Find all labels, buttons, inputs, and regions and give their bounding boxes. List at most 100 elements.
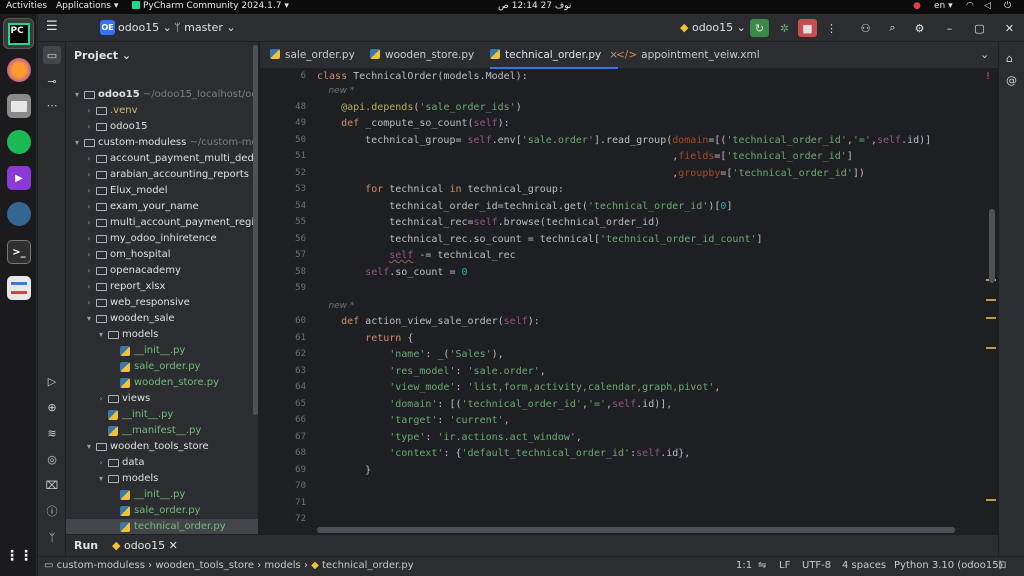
search-icon[interactable]: ⌕ [883,19,902,37]
tree-row[interactable]: › account_payment_multi_deduction [66,151,258,167]
media-player-icon[interactable]: ▶ [7,166,31,190]
editor-vertical-scrollbar[interactable] [989,209,995,283]
language-indicator[interactable]: en ▾ [934,1,953,11]
tree-toggle-icon[interactable]: › [84,119,94,135]
settings-gear-icon[interactable]: ⚙ [910,19,929,37]
tree-row[interactable]: › arabian_accounting_reports [66,167,258,183]
editor-horizontal-scrollbar[interactable] [317,527,955,533]
tree-row[interactable]: sale_order.py [66,503,258,519]
code-line[interactable]: self -= technical_rec [317,248,515,264]
add-user-icon[interactable]: ⚇ [856,19,875,37]
tree-toggle-icon[interactable]: › [84,231,94,247]
code-line[interactable]: 'type': 'ir.actions.act_window', [317,430,582,446]
files-icon[interactable] [7,94,31,118]
tree-toggle-icon[interactable]: › [84,167,94,183]
tree-row[interactable]: ▾ models [66,471,258,487]
tree-row[interactable]: › my_odoo_inhiretence [66,231,258,247]
code-line[interactable]: } [317,463,371,479]
run-tab-label[interactable]: Run [74,539,98,552]
volume-icon[interactable]: ◁ [984,1,991,11]
tree-toggle-icon[interactable]: ▾ [96,327,106,343]
tree-row[interactable]: wooden_store.py [66,375,258,391]
main-menu-icon[interactable]: ☰ [46,19,58,34]
commit-icon[interactable]: ⊸ [43,72,61,90]
close-icon[interactable]: ✕ [1000,19,1019,37]
code-line[interactable]: for technical in technical_group: [317,182,564,198]
tree-row[interactable]: ▾ wooden_sale [66,311,258,327]
code-line[interactable]: 'name': _('Sales'), [317,347,503,363]
tree-toggle-icon[interactable]: ▾ [84,311,94,327]
caret-position[interactable]: 1:1 [736,560,752,571]
tree-toggle-icon[interactable]: › [84,199,94,215]
code-line[interactable]: 'target': 'current', [317,413,509,429]
file-encoding[interactable]: UTF-8 [802,560,831,571]
tree-row[interactable]: › multi_account_payment_register [66,215,258,231]
tree-row[interactable]: › odoo15 [66,119,258,135]
project-tool-icon[interactable]: ▭ [43,46,61,64]
readonly-toggle-icon[interactable]: ⇋ [758,560,766,571]
rerun-button[interactable]: ↻ [750,19,769,37]
tree-row[interactable]: __init__.py [66,487,258,503]
inspection-warning-icon[interactable]: ! [986,71,990,82]
tree-row[interactable]: __manifest__.py [66,423,258,439]
tree-toggle-icon[interactable]: › [84,183,94,199]
postgresql-icon[interactable] [7,202,31,226]
code-line[interactable]: def action_view_sale_order(self): [317,314,540,330]
code-line[interactable]: ,groupby=['technical_order_id']) [317,166,865,182]
tree-row[interactable]: ▾ wooden_tools_store [66,439,258,455]
breadcrumb-item[interactable]: custom-moduless [57,560,145,571]
maximize-icon[interactable]: ▢ [970,19,989,37]
tree-row[interactable]: ▾ odoo15 ~/odoo15_localhost/odoo1 [66,87,258,103]
minimize-icon[interactable]: – [940,19,959,37]
tree-row[interactable]: › om_hospital [66,247,258,263]
structure-icon[interactable]: ⋯ [43,96,61,114]
code-line[interactable]: 'res_model': 'sale.order', [317,364,546,380]
tree-row[interactable]: › views [66,391,258,407]
run-config-selector[interactable]: ◆ odoo15 ⌄ [680,21,746,34]
project-switcher[interactable]: odoo15 ⌄ [118,21,172,34]
editor-tab[interactable]: </> appointment_veiw.xml [616,42,760,69]
firefox-icon[interactable] [7,58,31,82]
code-line[interactable]: technical_rec.so_count = technical['tech… [317,232,762,248]
layers-icon[interactable]: ≋ [43,424,61,442]
tree-row[interactable]: › web_responsive [66,295,258,311]
notifications-icon[interactable]: ⌂ [1006,52,1013,65]
code-line[interactable]: def _compute_so_count(self): [317,116,510,132]
dock-pycharm[interactable]: PC [3,18,34,49]
tree-row[interactable]: › exam_your_name [66,199,258,215]
tree-toggle-icon[interactable]: ▾ [84,439,94,455]
tab-list-chevron-icon[interactable]: ⌄ [980,48,989,61]
breadcrumb-item[interactable]: wooden_tools_store [155,560,254,571]
applications-menu[interactable]: Applications ▾ [56,1,118,11]
tree-toggle-icon[interactable]: › [84,263,94,279]
tree-toggle-icon[interactable]: › [96,391,106,407]
indent-setting[interactable]: 4 spaces [842,560,886,571]
code-area[interactable]: class TechnicalOrder(models.Model): new … [317,69,987,534]
activities-button[interactable]: Activities [6,1,47,11]
tree-row[interactable]: ▾ models [66,327,258,343]
clock[interactable]: نوف 27 12:14 ص [498,1,571,11]
tree-toggle-icon[interactable]: › [96,455,106,471]
error-stripe-mark[interactable] [986,499,996,501]
code-line[interactable]: self.so_count = 0 [317,265,467,281]
project-panel-title[interactable]: Project ⌄ [74,49,131,62]
code-line[interactable]: 'context': {'default_technical_order_id'… [317,446,690,462]
lock-icon[interactable]: ⊡ [998,560,1006,571]
code-line[interactable]: 'view_mode': 'list,form,activity,calenda… [317,380,720,396]
services-icon[interactable]: ◎ [43,450,61,468]
stop-button[interactable]: ■ [798,19,817,37]
code-line[interactable]: technical_group= self.env['sale.order'].… [317,133,931,149]
tree-toggle-icon[interactable]: ▾ [72,87,82,103]
tree-row[interactable]: › Elux_model [66,183,258,199]
breadcrumb-item[interactable]: technical_order.py [322,560,414,571]
terminal-icon[interactable]: >_ [7,240,31,264]
app-menu[interactable]: PyCharm Community 2024.1.7 ▾ [132,1,289,11]
tree-row[interactable]: › .venv [66,103,258,119]
text-editor-icon[interactable] [7,276,31,300]
tree-toggle-icon[interactable]: › [84,279,94,295]
spotify-icon[interactable] [7,130,31,154]
tree-row[interactable]: technical_order.py [66,519,258,534]
code-line[interactable]: 'domain': [('technical_order_id','=',sel… [317,397,672,413]
run-tool-icon[interactable]: ▷ [43,372,61,390]
breadcrumb-item[interactable]: models [264,560,300,571]
